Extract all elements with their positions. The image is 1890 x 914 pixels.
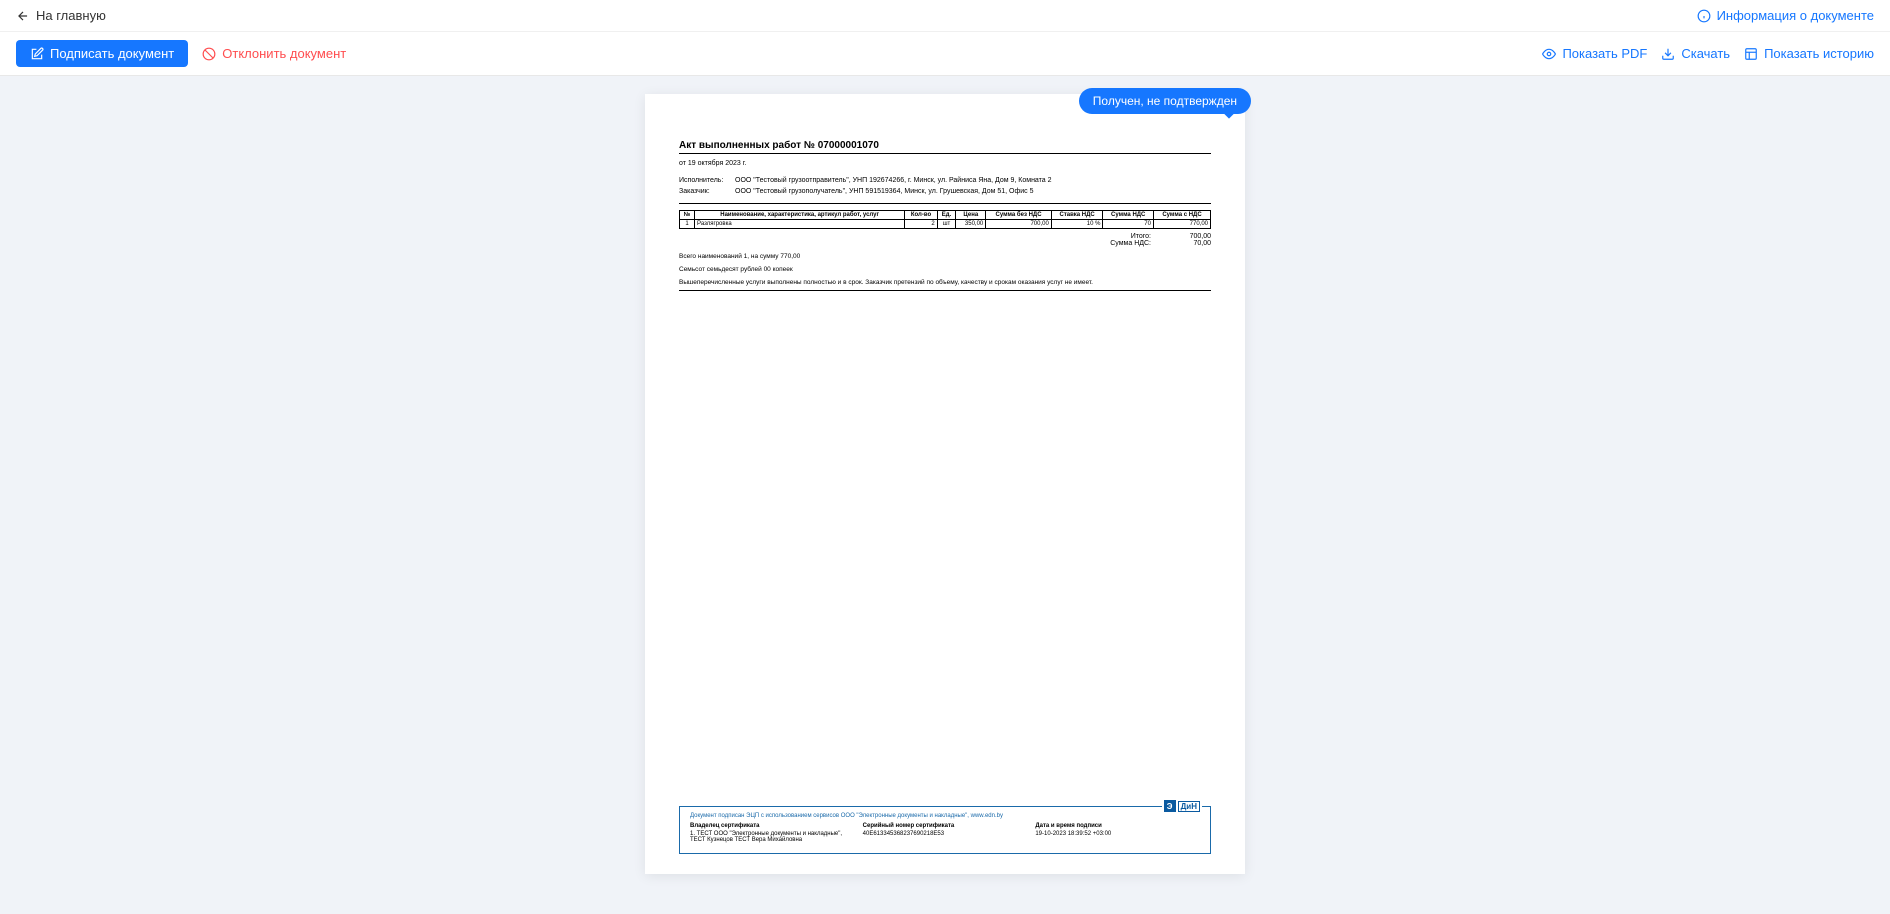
- th-n: №: [680, 211, 695, 220]
- show-history-label: Показать историю: [1764, 46, 1874, 61]
- customer-value: ООО "Тестовый грузополучатель", УНП 5915…: [735, 188, 1211, 195]
- download-icon: [1661, 47, 1675, 61]
- history-icon: [1744, 47, 1758, 61]
- doc-info-label: Информация о документе: [1717, 8, 1874, 23]
- td-n: 1: [680, 220, 695, 229]
- back-link[interactable]: На главную: [16, 8, 106, 23]
- app-header: На главную Информация о документе Подпис…: [0, 0, 1890, 76]
- th-unit: Ед.: [937, 211, 956, 220]
- arrow-left-icon: [16, 9, 30, 23]
- table-row: 1 Разлягровка 2 шт 350,00 700,00 10 % 70…: [680, 220, 1211, 229]
- td-sum-novat: 700,00: [986, 220, 1052, 229]
- vat-total-label: Сумма НДС:: [1081, 240, 1151, 247]
- status-badge: Получен, не подтвержден: [1079, 88, 1251, 114]
- document-page: Акт выполненных работ № 07000001070 от 1…: [645, 94, 1245, 874]
- download-label: Скачать: [1681, 46, 1730, 61]
- total-label: Итого:: [1081, 233, 1151, 240]
- total-value: 700,00: [1171, 233, 1211, 240]
- sig-date-label: Дата и время подписи: [1035, 823, 1200, 829]
- summary-words: Семьсот семьдесят рублей 00 копеек: [679, 266, 1211, 273]
- th-sum-novat: Сумма без НДС: [986, 211, 1052, 220]
- td-unit: шт: [937, 220, 956, 229]
- sig-owner-value: 1. ТЕСТ ООО "Электронные документы и нак…: [690, 831, 855, 843]
- show-history-button[interactable]: Показать историю: [1744, 46, 1874, 61]
- edn-logo: ЭДиН: [1162, 800, 1202, 812]
- sig-header: Документ подписан ЭЦП с использованием с…: [690, 813, 1200, 819]
- doc-parties: Исполнитель: ООО "Тестовый грузоотправит…: [679, 177, 1211, 204]
- customer-label: Заказчик:: [679, 188, 735, 195]
- eye-icon: [1542, 47, 1556, 61]
- td-sum-vat: 770,00: [1153, 220, 1210, 229]
- download-button[interactable]: Скачать: [1661, 46, 1730, 61]
- td-vat-sum: 70: [1103, 220, 1154, 229]
- doc-note: Вышеперечисленные услуги выполнены полно…: [679, 279, 1211, 291]
- sig-owner-label: Владелец сертификата: [690, 823, 855, 829]
- services-table: № Наименование, характеристика, артикул …: [679, 210, 1211, 229]
- th-name: Наименование, характеристика, артикул ра…: [695, 211, 905, 220]
- vat-total-value: 70,00: [1171, 240, 1211, 247]
- summary-count: Всего наименований 1, на сумму 770,00: [679, 253, 1211, 260]
- td-name: Разлягровка: [695, 220, 905, 229]
- reject-button[interactable]: Отклонить документ: [202, 46, 346, 61]
- executor-label: Исполнитель:: [679, 177, 735, 184]
- back-label: На главную: [36, 8, 106, 23]
- header-top-row: На главную Информация о документе: [0, 0, 1890, 31]
- info-icon: [1697, 9, 1711, 23]
- doc-title: Акт выполненных работ № 07000001070: [679, 140, 1211, 154]
- sig-serial-value: 40E613345368237690218E53: [863, 831, 1028, 837]
- signature-box: ЭДиН Документ подписан ЭЦП с использован…: [679, 806, 1211, 854]
- document-viewer: Получен, не подтвержден Акт выполненных …: [0, 76, 1890, 914]
- th-price: Цена: [956, 211, 986, 220]
- executor-value: ООО "Тестовый грузоотправитель", УНП 192…: [735, 177, 1211, 184]
- th-vat-rate: Ставка НДС: [1051, 211, 1103, 220]
- show-pdf-label: Показать PDF: [1562, 46, 1647, 61]
- doc-info-link[interactable]: Информация о документе: [1697, 8, 1874, 23]
- totals: Итого: 700,00 Сумма НДС: 70,00: [679, 233, 1211, 247]
- doc-date: от 19 октября 2023 г.: [679, 160, 1211, 167]
- td-qty: 2: [905, 220, 937, 229]
- sign-label: Подписать документ: [50, 46, 174, 61]
- document-wrapper: Получен, не подтвержден Акт выполненных …: [645, 94, 1245, 874]
- sig-date-value: 19-10-2023 18:39:52 +03:00: [1035, 831, 1200, 837]
- th-vat-sum: Сумма НДС: [1103, 211, 1154, 220]
- td-price: 350,00: [956, 220, 986, 229]
- sig-serial-label: Серийный номер сертификата: [863, 823, 1028, 829]
- reject-label: Отклонить документ: [222, 46, 346, 61]
- sign-button[interactable]: Подписать документ: [16, 40, 188, 67]
- th-sum-vat: Сумма с НДС: [1153, 211, 1210, 220]
- show-pdf-button[interactable]: Показать PDF: [1542, 46, 1647, 61]
- cancel-icon: [202, 47, 216, 61]
- header-toolbar: Подписать документ Отклонить документ По…: [0, 31, 1890, 75]
- th-qty: Кол-во: [905, 211, 937, 220]
- edit-icon: [30, 47, 44, 61]
- td-vat-rate: 10 %: [1051, 220, 1103, 229]
